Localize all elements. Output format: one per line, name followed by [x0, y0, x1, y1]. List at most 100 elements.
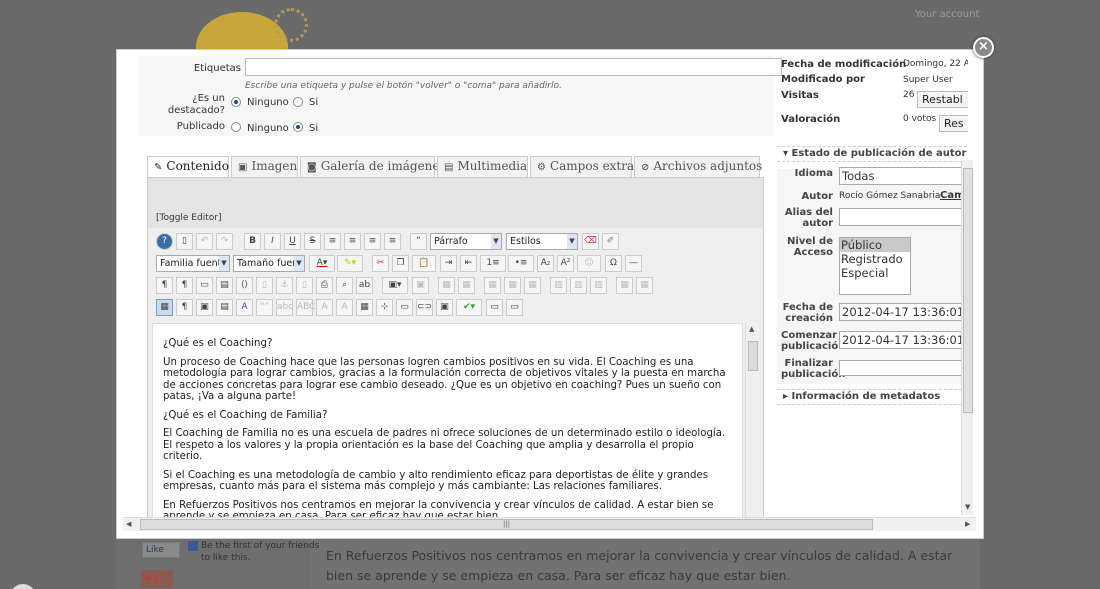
media-icon[interactable]: ▣ — [412, 277, 429, 294]
insert-layer-icon[interactable]: ▯ — [296, 277, 313, 294]
author-alias-input[interactable] — [839, 208, 968, 226]
scroll-left-icon[interactable]: ◀ — [126, 520, 131, 528]
eraser-icon[interactable]: ⌫ — [582, 233, 599, 250]
your-account-link[interactable]: Your account — [915, 9, 979, 20]
align-center-icon[interactable]: ≡ — [344, 233, 361, 250]
scroll-up-icon[interactable]: ▲ — [749, 325, 754, 333]
editor-content-area[interactable]: ¿Qué es el Coaching? Un proceso de Coach… — [152, 323, 743, 519]
preview-icon[interactable]: ▤ — [216, 277, 233, 294]
table-row-props-icon[interactable]: ▦ — [484, 277, 501, 294]
styles-select[interactable]: Estilos ▼ — [506, 233, 578, 250]
search-icon[interactable]: ⌕ — [336, 277, 353, 294]
cite-icon[interactable]: “” — [256, 299, 273, 316]
font-family-select[interactable]: Familia fuente ▼ — [156, 255, 230, 272]
tab-galeria[interactable]: ◙ Galería de imágenes — [300, 156, 446, 177]
table-col-before-icon[interactable]: ▥ — [550, 277, 567, 294]
visual-aid-icon[interactable]: ▣ — [196, 299, 213, 316]
editor-scroll-thumb[interactable] — [748, 341, 758, 371]
metadata-panel-header[interactable]: ▸ Información de metadatos — [777, 389, 967, 405]
scroll-down-icon[interactable]: ▼ — [965, 503, 970, 511]
readmore-icon[interactable]: ▭ — [486, 299, 503, 316]
numbered-list-icon[interactable]: 1≡ — [480, 255, 506, 272]
replace-icon[interactable]: ab — [356, 277, 373, 294]
font-size-select[interactable]: Tamaño fuente ▼ — [233, 255, 305, 272]
spellcheck-font-icon[interactable]: A — [236, 299, 253, 316]
pagebreak-icon[interactable]: ▭ — [396, 299, 413, 316]
publish-end-input[interactable] — [839, 360, 968, 376]
facebook-like-button[interactable]: Like — [142, 542, 180, 558]
access-option-publico[interactable]: Público — [840, 238, 910, 252]
access-level-listbox[interactable]: Público Registrado Especial — [839, 237, 911, 295]
blockquote-icon[interactable]: “ — [410, 233, 427, 250]
horizontal-scroll-thumb[interactable]: ||| — [140, 519, 873, 530]
featured-radio-ninguno[interactable] — [231, 97, 241, 107]
language-select[interactable]: Todas — [839, 167, 968, 185]
featured-radio-si[interactable] — [293, 97, 303, 107]
cut-icon[interactable]: ✂ — [372, 255, 389, 272]
fullscreen-icon[interactable]: ▭ — [196, 277, 213, 294]
insert-text-icon[interactable]: A — [336, 299, 353, 316]
emoticon-icon[interactable]: ☺ — [577, 255, 601, 272]
copy-icon[interactable]: ❐ — [392, 255, 409, 272]
style-props-icon[interactable]: ▤ — [216, 299, 233, 316]
spellcheck-icon[interactable]: ✔▾ — [456, 299, 482, 316]
table-delete-col-icon[interactable]: ▦ — [524, 277, 541, 294]
abbr-icon[interactable]: abc — [276, 299, 293, 316]
bold-icon[interactable]: B — [244, 233, 261, 250]
access-option-registrado[interactable]: Registrado — [840, 252, 910, 266]
editor-vertical-scrollbar[interactable]: ▲ — [745, 323, 759, 519]
horizontal-rule-icon[interactable]: — — [625, 255, 642, 272]
rtl-icon[interactable]: ¶ — [176, 277, 193, 294]
table-row-before-icon[interactable]: ▦ — [438, 277, 455, 294]
modal-horizontal-scrollbar[interactable]: ◀ ||| ▶ — [123, 517, 976, 531]
delete-text-icon[interactable]: A̶ — [316, 299, 333, 316]
undo-icon[interactable]: ↶ — [196, 233, 213, 250]
table-col-after-icon[interactable]: ▥ — [570, 277, 587, 294]
tags-input[interactable] — [245, 58, 782, 76]
published-radio-si[interactable] — [293, 122, 303, 132]
image-insert-icon[interactable]: ▣▾ — [382, 277, 408, 294]
table-row-after-icon[interactable]: ▦ — [458, 277, 475, 294]
scroll-right-icon[interactable]: ▶ — [965, 520, 970, 528]
table-icon[interactable]: ▦ — [156, 299, 173, 316]
paragraph-format-select[interactable]: Párrafo ▼ — [430, 233, 502, 250]
new-document-icon[interactable]: ▯ — [176, 233, 193, 250]
html-source-icon[interactable]: ⟨⟩ — [236, 277, 253, 294]
reset-rating-button[interactable]: Res — [939, 115, 968, 132]
special-char-icon[interactable]: Ω — [605, 255, 622, 272]
tab-campos-extra[interactable]: ⚙ Campos extra — [530, 156, 634, 177]
table-merge-icon[interactable]: ▥ — [590, 277, 607, 294]
toggle-editor-link[interactable]: [Toggle Editor] — [156, 213, 221, 223]
anchor-icon[interactable]: ⚓ — [276, 277, 293, 294]
indent-icon[interactable]: ⇥ — [440, 255, 457, 272]
modal-scroll-thumb[interactable] — [963, 168, 973, 413]
insert-link-icon[interactable]: ⊂⊃ — [416, 299, 433, 316]
show-blocks-icon[interactable]: ¶ — [176, 299, 193, 316]
access-option-especial[interactable]: Especial — [840, 266, 910, 280]
bullet-list-icon[interactable]: •≡ — [508, 255, 534, 272]
tab-archivos-adjuntos[interactable]: ⊘ Archivos adjuntos — [634, 156, 762, 177]
table-split-icon[interactable]: ▦ — [616, 277, 633, 294]
publish-start-input[interactable]: 2012-04-17 13:36:01 — [839, 331, 968, 349]
insert-image-icon[interactable]: ▣ — [436, 299, 453, 316]
align-right-icon[interactable]: ≡ — [384, 233, 401, 250]
subscript-icon[interactable]: A₂ — [537, 255, 554, 272]
article-break-icon[interactable]: ▭ — [506, 299, 523, 316]
acronym-icon[interactable]: ABC — [296, 299, 315, 316]
italic-icon[interactable]: I — [264, 233, 281, 250]
align-justify-icon[interactable]: ≡ — [324, 233, 341, 250]
help-icon[interactable]: ? — [156, 233, 173, 250]
tab-contenido[interactable]: ✎ Contenido — [147, 156, 229, 177]
underline-icon[interactable]: U — [284, 233, 301, 250]
outdent-icon[interactable]: ⇤ — [460, 255, 477, 272]
tab-imagen[interactable]: ▣ Imagen — [231, 156, 298, 177]
attribs-icon[interactable]: ▦ — [356, 299, 373, 316]
ltr-icon[interactable]: ¶ — [156, 277, 173, 294]
redo-icon[interactable]: ↷ — [216, 233, 233, 250]
nonbreaking-icon[interactable]: ⊹ — [376, 299, 393, 316]
created-date-input[interactable]: 2012-04-17 13:36:01 — [839, 303, 968, 321]
published-radio-ninguno[interactable] — [231, 122, 241, 132]
highlight-color-icon[interactable]: ✎▾ — [337, 255, 363, 272]
strikethrough-icon[interactable]: S — [304, 233, 321, 250]
superscript-icon[interactable]: A² — [557, 255, 574, 272]
